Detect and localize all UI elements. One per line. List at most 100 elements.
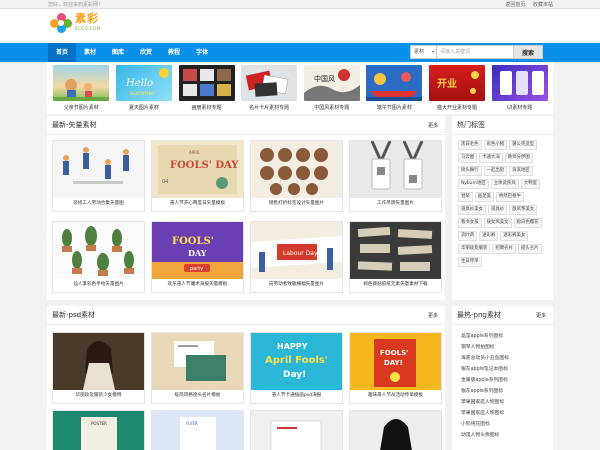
material-card[interactable]: POSTER: [52, 410, 145, 450]
png-list-item[interactable]: 银灰apple系列图标: [461, 386, 553, 397]
card-caption: 向劳动者致敬横幅矢量图片: [268, 282, 325, 287]
png-list-item[interactable]: 晶莹apple系列图标: [461, 331, 553, 342]
tag-item[interactable]: 大鸭蛋: [520, 179, 540, 189]
tag-item[interactable]: 彩色小猪: [483, 140, 508, 150]
card-caption: 华丽玫及服装少女模特: [75, 393, 122, 398]
tag-item[interactable]: 划桨: [458, 192, 473, 202]
material-card[interactable]: 销售打折标签设计矢量图片: [250, 140, 343, 212]
png-list-item[interactable]: 动漫人物头像图标: [461, 430, 553, 441]
psd-section: 最新-psd素材 更多 华丽玫及服装少女模特 极简风格德头名片模板 HAPPY A…: [47, 306, 445, 450]
tag-item[interactable]: 蒲公英造型: [509, 140, 538, 150]
tag-item[interactable]: 道具纱: [487, 205, 508, 215]
bookmark-link[interactable]: 收藏本站: [533, 2, 553, 8]
nav-item-gallery[interactable]: 图库: [104, 43, 132, 62]
tag-item[interactable]: 看书女孩: [458, 218, 482, 228]
topic-item[interactable]: 端午节图片素材: [363, 65, 426, 114]
topic-thumbnail: Hello summer: [115, 65, 172, 101]
material-card[interactable]: FOOLS' DAY! 趣味愚人节AI活动传单模板: [349, 332, 442, 404]
tag-item[interactable]: 提头名片: [517, 244, 542, 254]
tag-item[interactable]: 粉白色樱花: [513, 218, 542, 228]
section-title: 最新-矢量素材: [52, 121, 97, 129]
material-card[interactable]: Labour Day 向劳动者致敬横幅矢量图片: [250, 221, 343, 293]
tag-item[interactable]: 侠女风美女: [483, 218, 512, 228]
topic-item[interactable]: 名片卡片素材专题: [238, 65, 301, 114]
material-card[interactable]: 工作吊牌矢量图片: [349, 140, 442, 212]
tag-item[interactable]: 桥然巴格牛: [495, 192, 524, 202]
png-list-item[interactable]: 苹果国家庭人物图标: [461, 397, 553, 408]
nav-item-fonts[interactable]: 字体: [188, 43, 216, 62]
tag-item[interactable]: 迷彩裤: [479, 231, 499, 241]
png-list-item[interactable]: 金属版apple系列图标: [461, 375, 553, 386]
svg-text:party: party: [190, 266, 203, 272]
card-caption: 销售打折标签设计矢量图片: [268, 201, 325, 206]
tag-item[interactable]: 教师分伊图: [504, 153, 533, 163]
tag-item[interactable]: 立体武侠风: [490, 179, 519, 189]
tag-item[interactable]: Nyburn地区: [458, 179, 489, 189]
topic-caption: 端午节图片素材: [376, 105, 412, 111]
tag-item[interactable]: 华丽玫及服装: [458, 244, 491, 254]
chevron-down-icon: ▾: [431, 49, 434, 54]
material-card[interactable]: 华丽玫及服装少女模特: [52, 332, 145, 404]
tag-item[interactable]: 海滨地区: [509, 166, 533, 176]
png-list-item[interactable]: 小熊纯花图标: [461, 419, 553, 430]
material-card[interactable]: FLYER: [151, 410, 244, 450]
tag-item[interactable]: 黑白毛色: [458, 140, 482, 150]
tag-item[interactable]: 放风筝美女: [509, 205, 538, 215]
nav-item-tutorials[interactable]: 教程: [160, 43, 188, 62]
top-bar: 您好，欢迎来到素彩网！ 返回首页 收藏本站: [0, 0, 600, 9]
topic-item[interactable]: 画册素材专题: [175, 65, 238, 114]
more-link[interactable]: 更多: [536, 312, 546, 319]
search-button[interactable]: 搜索: [514, 45, 543, 59]
svg-text:FOOLS': FOOLS': [172, 236, 214, 247]
tag-item[interactable]: 招聘名片: [492, 244, 516, 254]
material-card[interactable]: 棕色撕贴胶纸元素矢量素材下载: [349, 221, 442, 293]
svg-text:FOOLS' DAY: FOOLS' DAY: [170, 160, 239, 171]
tag-item[interactable]: 画足美: [474, 192, 494, 202]
nav-item-appreciation[interactable]: 欣赏: [132, 43, 160, 62]
tag-item[interactable]: 生日传单: [458, 257, 482, 267]
topic-item[interactable]: 中国风 中国风素材专题: [301, 65, 364, 114]
material-card[interactable]: [250, 410, 343, 450]
topic-item[interactable]: 开业 盛大开业素材专题: [426, 65, 489, 114]
svg-text:Hello: Hello: [125, 78, 153, 89]
tag-item[interactable]: 卡通大海: [479, 153, 503, 163]
tag-item[interactable]: 道具纱美女: [458, 205, 486, 215]
more-link[interactable]: 更多: [428, 122, 438, 129]
nav-item-home[interactable]: 首页: [48, 43, 77, 62]
png-list-item[interactable]: 海底总动员小丑鱼图标: [461, 353, 553, 364]
tag-item[interactable]: 一起出街: [483, 166, 508, 176]
tag-item[interactable]: 马云图: [458, 153, 478, 163]
tag-item[interactable]: 流叶荷: [458, 231, 478, 241]
material-card[interactable]: 装修工人劳动合集矢量图: [52, 140, 145, 212]
site-logo[interactable]: 素彩 SCCO.COM: [50, 13, 101, 35]
tag-item[interactable]: 迷彩裤美女: [500, 231, 529, 241]
material-card[interactable]: HAPPY April Fools' Day! 愚人节卡通插画psd海报: [250, 332, 343, 404]
card-image: [251, 411, 342, 450]
svg-text:FLYER: FLYER: [186, 421, 198, 426]
search-category-select[interactable]: 素材 ▾: [410, 45, 437, 59]
material-card[interactable]: APRIL FOOLS' DAY 04 愚人节开心两度日矢量模板: [151, 140, 244, 212]
nav-item-materials[interactable]: 素材: [76, 43, 104, 62]
card-caption: 工作吊牌矢量图片: [377, 201, 414, 206]
material-card[interactable]: 仙人掌彩色手绘矢量图片: [52, 221, 145, 293]
png-list-item[interactable]: 钢琴人物拍图标: [461, 342, 553, 353]
topic-thumbnail: 中国风: [303, 65, 360, 101]
card-image: FOOLS' DAY!: [350, 333, 441, 390]
topic-item[interactable]: 父亲节图片素材: [50, 65, 113, 114]
home-link[interactable]: 返回首页: [505, 2, 525, 8]
search-input[interactable]: 请输入关键词: [437, 45, 514, 59]
png-list-item[interactable]: 苹果国家庭人物图标: [461, 408, 553, 419]
topic-thumbnail: [241, 65, 298, 101]
material-card[interactable]: [349, 410, 442, 450]
material-card[interactable]: 极简风格德头名片模板: [151, 332, 244, 404]
more-link[interactable]: 更多: [428, 312, 438, 319]
topic-item[interactable]: Hello summer 夏天图片素材: [113, 65, 176, 114]
topic-banner: 父亲节图片素材 Hello summer 夏天图片素材 画册素材专题 名片卡片素材…: [47, 62, 553, 114]
tag-item[interactable]: 街头舞行: [458, 166, 482, 176]
topic-item[interactable]: UI素材专题: [488, 65, 551, 114]
card-image: [251, 141, 342, 198]
png-list-item[interactable]: 银灰apple笔记本图标: [461, 364, 553, 375]
material-card[interactable]: FOOLS' DAY party 欢乐愚人节魔术海报矢量模板: [151, 221, 244, 293]
card-caption: 极简风格德头名片模板: [174, 393, 221, 398]
card-image: [152, 333, 243, 390]
